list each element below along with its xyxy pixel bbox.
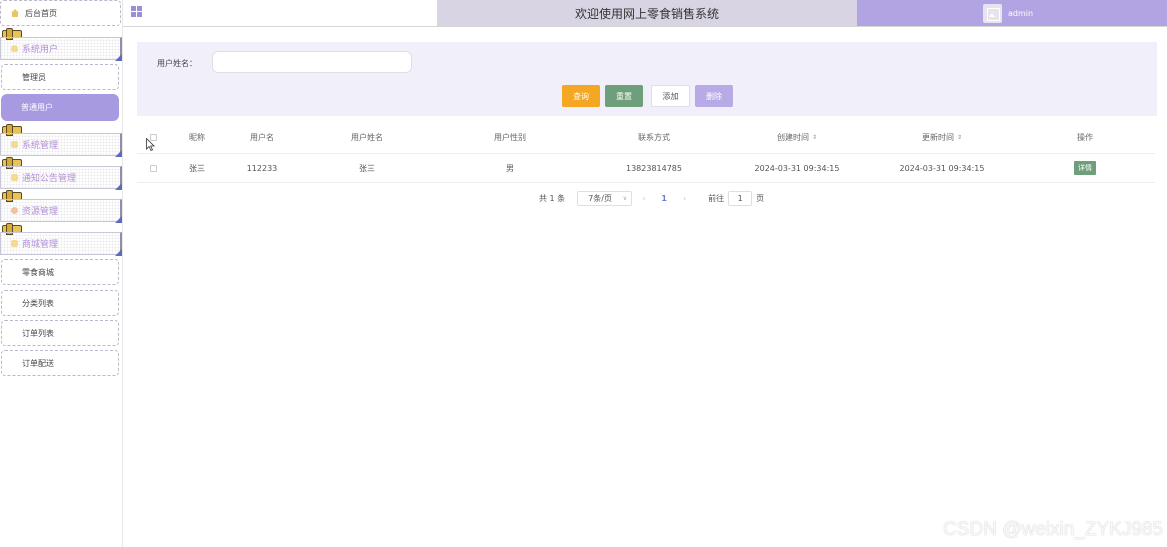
search-panel: 用户姓名： 查询 重置 添加 删除 [137,42,1157,116]
app-title: 欢迎使用网上零食销售系统 [574,6,719,21]
prev-page-icon[interactable]: ‹ [642,194,645,203]
page-number-current[interactable]: 1 [661,194,667,203]
cell-updated: 2024-03-31 09:34:15 [899,163,985,173]
settings-icon [11,141,18,148]
home-icon [11,9,19,17]
sidebar-item-normal-user[interactable]: 普通用户 [1,94,119,121]
delete-button[interactable]: 删除 [695,85,733,107]
table-row: 张三 112233 张三 男 13823814785 2024-03-31 09… [137,154,1155,183]
cell-username: 112233 [246,163,278,173]
column-header-updated[interactable]: 更新时间 ⇕ [892,122,992,153]
sidebar-item-label: 零食商城 [22,267,54,277]
chevron-down-icon: ∨ [622,194,628,202]
pagination: 共 1 条 7条/页 ∨ ‹ 1 › 前往 1 页 [539,190,764,206]
corner-decoration [115,150,122,157]
sidebar-item-label: 管理员 [22,72,46,82]
column-header: 用户性别 [494,133,526,142]
cell-created: 2024-03-31 09:34:15 [754,163,840,173]
user-name-search-input[interactable] [212,51,412,73]
detail-button[interactable]: 详情 [1074,161,1096,175]
search-label: 用户姓名： [157,59,197,68]
goto-page-value: 1 [737,193,743,203]
column-header-created[interactable]: 创建时间 ⇕ [747,122,847,153]
sidebar-item-order-delivery[interactable]: 订单配送 [1,350,119,376]
goto-page-input[interactable]: 1 [728,190,753,206]
sidebar-group-resource-management[interactable]: 资源管理 [0,199,122,223]
column-header-label: 创建时间 [776,133,809,142]
notice-icon [11,174,18,181]
mouse-cursor-icon [146,136,155,155]
row-checkbox[interactable] [149,164,157,172]
corner-decoration [115,249,122,256]
user-name[interactable]: admin [1008,9,1033,18]
menu-grid-icon[interactable] [131,6,142,17]
sidebar-item-category-list[interactable]: 分类列表 [1,290,119,316]
search-button[interactable]: 查询 [562,85,600,107]
sidebar-item-home[interactable]: 后台首页 [0,0,121,26]
corner-decoration [115,216,122,223]
sidebar-item-order-list[interactable]: 订单列表 [1,320,119,346]
avatar-icon[interactable] [983,3,1002,23]
sidebar-item-label: 分类列表 [22,298,54,308]
corner-decoration [115,54,122,61]
page-size-value: 7条/页 [588,193,612,203]
next-page-icon[interactable]: › [683,194,686,203]
row-select-cell [147,154,159,182]
sidebar-group-system-users[interactable]: 系统用户 [0,37,122,61]
page-size-select[interactable]: 7条/页 ∨ [577,190,633,206]
sidebar-group-label: 系统用户 [22,45,59,55]
pagination-total: 共 1 条 [539,193,566,203]
sidebar-group-label: 资源管理 [22,207,59,217]
cell-phone: 13823814785 [626,163,682,173]
add-button[interactable]: 添加 [651,85,690,107]
page-unit-label: 页 [756,193,765,203]
watermark: CSDN @weixin_ZYKJ985 [943,519,1163,540]
goto-label: 前往 [708,193,725,203]
column-header: 用户名 [250,133,274,142]
sidebar-item-snack-mall[interactable]: 零食商城 [1,259,119,285]
sidebar-group-mall-management[interactable]: 商城管理 [0,232,122,256]
cell-action: 详情 [1035,154,1135,182]
column-header-label: 更新时间 [921,133,954,142]
sort-icon[interactable]: ⇕ [812,134,817,141]
top-header: 欢迎使用网上零食销售系统 admin [123,0,1167,27]
sidebar-group-label: 系统管理 [22,141,59,151]
resource-icon [11,207,18,214]
sidebar-item-label: 订单列表 [22,328,54,338]
table-header-row: 昵称 用户名 用户姓名 用户性别 联系方式 创建时间 ⇕ 更新时间 ⇕ 操作 [137,122,1155,154]
cell-real-name: 张三 [359,163,375,173]
sidebar-item-label: 订单配送 [22,358,54,368]
cell-gender: 男 [506,163,514,173]
user-icon [11,45,18,52]
user-menu[interactable]: admin [857,0,1167,26]
column-header: 操作 [1077,133,1093,142]
sidebar-group-notice-management[interactable]: 通知公告管理 [0,166,122,190]
sidebar-item-admin[interactable]: 管理员 [1,64,119,90]
page-title: 欢迎使用网上零食销售系统 [437,0,857,26]
sidebar-group-system-management[interactable]: 系统管理 [0,133,122,157]
corner-decoration [115,183,122,190]
column-header: 用户姓名 [351,133,383,142]
sidebar-home-label: 后台首页 [25,8,57,18]
sidebar-group-label: 通知公告管理 [22,174,77,184]
sort-icon[interactable]: ⇕ [957,134,962,141]
mall-icon [11,240,18,247]
user-table: 昵称 用户名 用户姓名 用户性别 联系方式 创建时间 ⇕ 更新时间 ⇕ 操作 张… [137,122,1155,183]
column-header: 联系方式 [638,133,670,142]
sidebar-item-label: 普通用户 [21,103,53,112]
reset-button[interactable]: 重置 [605,85,643,107]
column-header: 昵称 [189,133,205,142]
sidebar: 后台首页 系统用户 管理员 普通用户 系统管理 通知公告管理 资源管理 商城管理… [0,0,123,547]
cell-nickname: 张三 [189,163,205,173]
sidebar-group-label: 商城管理 [22,240,59,250]
